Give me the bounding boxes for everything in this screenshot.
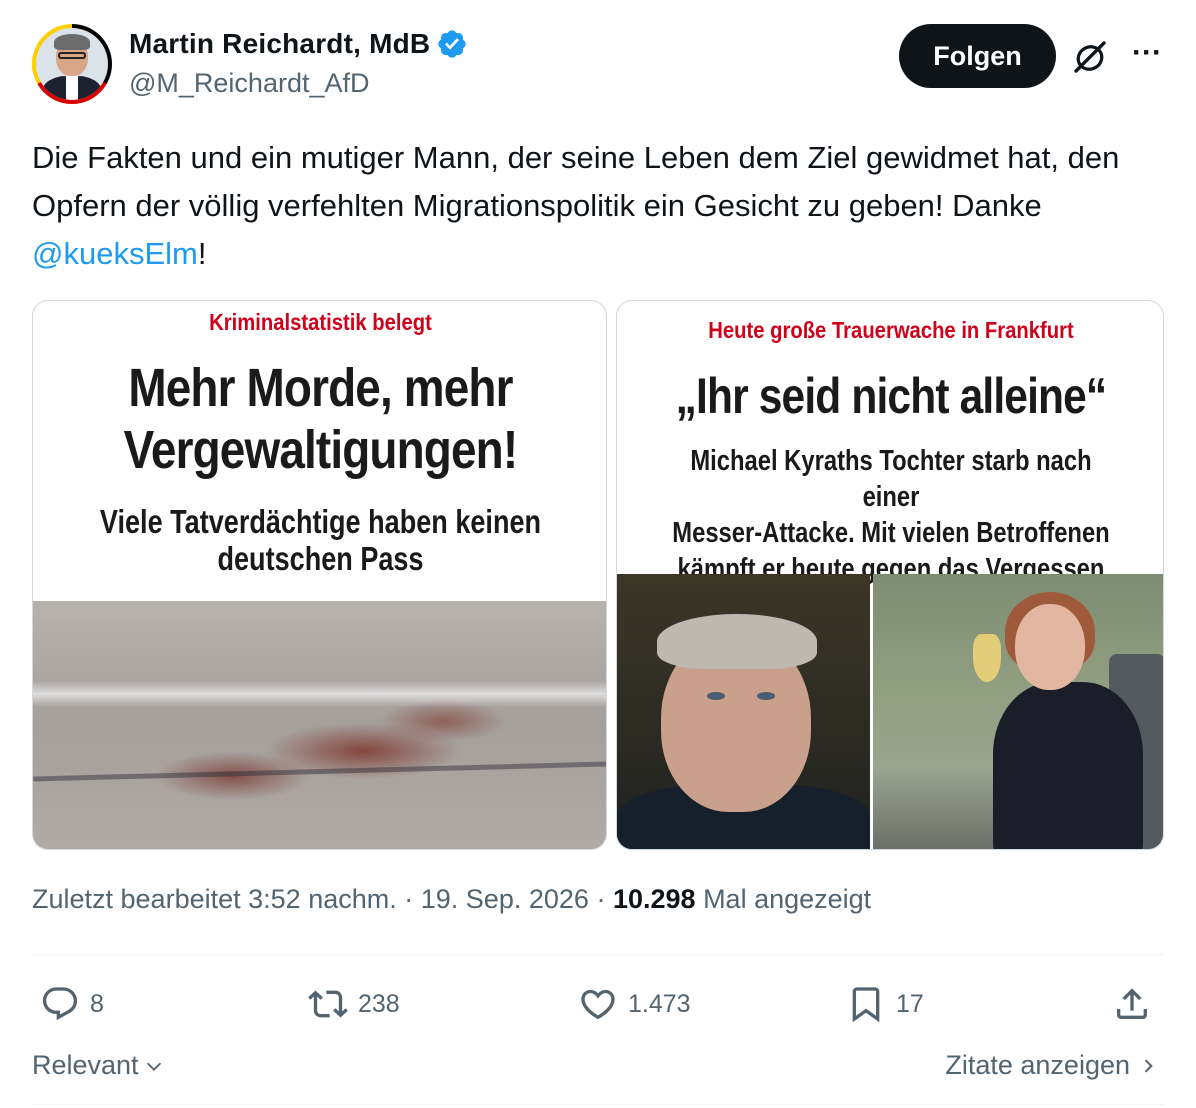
asphalt-photo xyxy=(33,601,606,849)
share-button[interactable] xyxy=(1112,976,1152,1032)
news-subline-1: Michael Kyraths Tochter starb nach einer xyxy=(690,445,1092,513)
bookmark-icon xyxy=(852,987,880,1023)
news-kicker: Kriminalstatistik belegt xyxy=(209,309,432,335)
tweet-header: Martin Reichardt, MdB @M_Reichardt_AfD F… xyxy=(32,24,1164,104)
news-subline-2: deutschen Pass xyxy=(217,540,424,577)
daughter-photo xyxy=(873,574,1163,849)
tweet-meta: Zuletzt bearbeitet 3:52 nachm. · 19. Sep… xyxy=(32,884,871,915)
sort-label: Relevant xyxy=(32,1050,139,1080)
news-subline-1: Viele Tatverdächtige haben keinen xyxy=(99,503,542,540)
media-grid: Kriminalstatistik belegt Mehr Morde, meh… xyxy=(32,300,1164,850)
heart-icon xyxy=(581,989,615,1020)
father-photo xyxy=(617,574,870,849)
author-handle[interactable]: @M_Reichardt_AfD xyxy=(129,68,370,99)
media-image-right[interactable]: Heute große Trauerwache in Frankfurt „Ih… xyxy=(616,300,1164,850)
tweet-text-end: ! xyxy=(197,236,207,271)
repost-count: 238 xyxy=(358,989,400,1018)
view-label: Mal angezeigt xyxy=(703,884,872,914)
media-image-left[interactable]: Kriminalstatistik belegt Mehr Morde, meh… xyxy=(32,300,607,850)
action-bar: 8 238 1.473 17 xyxy=(32,976,1164,1032)
bookmark-button[interactable]: 17 xyxy=(846,976,924,1032)
avatar-photo xyxy=(36,28,108,100)
quotes-label: Zitate anzeigen xyxy=(945,1050,1130,1080)
like-button[interactable]: 1.473 xyxy=(578,976,691,1032)
reply-button[interactable]: 8 xyxy=(40,976,104,1032)
tweet-footer: Relevant Zitate anzeigen xyxy=(32,1048,1164,1088)
tweet-date[interactable]: 19. Sep. 2026 xyxy=(421,884,589,914)
sort-dropdown[interactable]: Relevant xyxy=(32,1050,165,1081)
author-name[interactable]: Martin Reichardt, MdB xyxy=(129,28,430,60)
author-name-row: Martin Reichardt, MdB xyxy=(129,28,468,60)
like-count: 1.473 xyxy=(628,989,691,1018)
meta-separator: · xyxy=(596,884,606,914)
news-headline: „Ihr seid nicht alleine“ xyxy=(675,368,1108,424)
chevron-down-icon xyxy=(146,1062,161,1071)
news-kicker: Heute große Trauerwache in Frankfurt xyxy=(708,317,1074,343)
bookmark-count: 17 xyxy=(896,989,924,1018)
mention-link[interactable]: @kueksElm xyxy=(32,236,198,271)
repost-button[interactable]: 238 xyxy=(308,976,400,1032)
tweet-text: Die Fakten und ein mutiger Mann, der sei… xyxy=(32,134,1142,278)
divider xyxy=(32,954,1164,955)
tweet-text-body: Die Fakten und ein mutiger Mann, der sei… xyxy=(32,140,1120,223)
news-subline-2: Messer-Attacke. Mit vielen Betroffenen xyxy=(672,517,1110,549)
reply-count: 8 xyxy=(90,989,104,1018)
repost-icon xyxy=(308,990,348,1018)
grok-icon[interactable] xyxy=(1072,39,1108,75)
avatar[interactable] xyxy=(32,24,112,104)
meta-separator: · xyxy=(404,884,414,914)
news-headline-line2: Vergewaltigungen! xyxy=(123,420,518,480)
view-count: 10.298 xyxy=(612,884,696,914)
tweet-time[interactable]: 3:52 nachm. xyxy=(248,884,397,914)
reply-icon xyxy=(42,987,78,1021)
edited-label[interactable]: Zuletzt bearbeitet xyxy=(32,884,241,914)
follow-button[interactable]: Folgen xyxy=(899,24,1056,88)
divider xyxy=(32,1104,1164,1105)
more-icon[interactable]: ··· xyxy=(1130,38,1164,72)
news-headline-line1: Mehr Morde, mehr xyxy=(128,358,513,418)
verified-badge-icon[interactable] xyxy=(436,28,468,60)
view-quotes-link[interactable]: Zitate anzeigen xyxy=(945,1050,1158,1081)
share-icon xyxy=(1117,988,1147,1019)
chevron-right-icon xyxy=(1144,1058,1153,1073)
